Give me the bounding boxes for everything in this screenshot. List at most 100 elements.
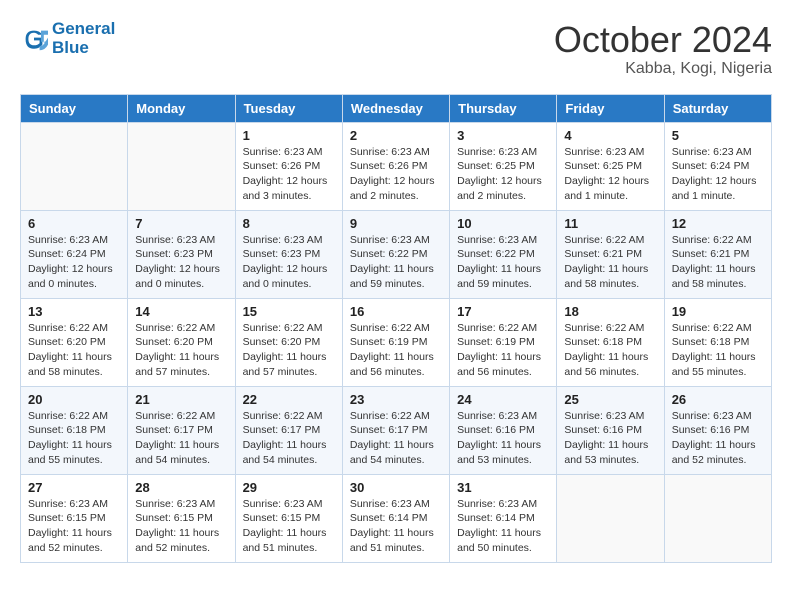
calendar-cell: 6Sunrise: 6:23 AM Sunset: 6:24 PM Daylig… bbox=[21, 210, 128, 298]
cell-content: Sunrise: 6:22 AM Sunset: 6:18 PM Dayligh… bbox=[672, 321, 764, 380]
day-number: 25 bbox=[564, 392, 656, 407]
cell-content: Sunrise: 6:22 AM Sunset: 6:17 PM Dayligh… bbox=[243, 409, 335, 468]
calendar-cell bbox=[664, 474, 771, 562]
cell-content: Sunrise: 6:23 AM Sunset: 6:16 PM Dayligh… bbox=[564, 409, 656, 468]
title-block: October 2024 Kabba, Kogi, Nigeria bbox=[554, 20, 772, 78]
day-number: 24 bbox=[457, 392, 549, 407]
cell-content: Sunrise: 6:23 AM Sunset: 6:25 PM Dayligh… bbox=[564, 145, 656, 204]
day-number: 4 bbox=[564, 128, 656, 143]
calendar-cell: 15Sunrise: 6:22 AM Sunset: 6:20 PM Dayli… bbox=[235, 298, 342, 386]
calendar-cell: 19 Sunrise: 6:22 AM Sunset: 6:18 PM Dayli… bbox=[664, 298, 771, 386]
day-number: 23 bbox=[350, 392, 442, 407]
logo: General Blue bbox=[20, 20, 115, 57]
day-number: 21 bbox=[135, 392, 227, 407]
day-number: 29 bbox=[243, 480, 335, 495]
day-number: 2 bbox=[350, 128, 442, 143]
calendar-cell: 23 Sunrise: 6:22 AM Sunset: 6:17 PM Dayli… bbox=[342, 386, 449, 474]
calendar-cell bbox=[557, 474, 664, 562]
cell-content: Sunrise: 6:22 AM Sunset: 6:21 PM Dayligh… bbox=[672, 233, 764, 292]
day-number: 19 bbox=[672, 304, 764, 319]
cell-content: Sunrise: 6:22 AM Sunset: 6:20 PM Dayligh… bbox=[243, 321, 335, 380]
calendar-cell: 4 Sunrise: 6:23 AM Sunset: 6:25 PM Daylig… bbox=[557, 122, 664, 210]
calendar-cell: 26 Sunrise: 6:23 AM Sunset: 6:16 PM Dayli… bbox=[664, 386, 771, 474]
day-number: 27 bbox=[28, 480, 120, 495]
header-day-saturday: Saturday bbox=[664, 94, 771, 122]
calendar-cell bbox=[128, 122, 235, 210]
header-day-sunday: Sunday bbox=[21, 94, 128, 122]
calendar-cell: 21 Sunrise: 6:22 AM Sunset: 6:17 PM Dayli… bbox=[128, 386, 235, 474]
cell-content: Sunrise: 6:23 AM Sunset: 6:26 PM Dayligh… bbox=[350, 145, 442, 204]
week-row-3: 13 Sunrise: 6:22 AM Sunset: 6:20 PM Dayli… bbox=[21, 298, 772, 386]
cell-content: Sunrise: 6:22 AM Sunset: 6:18 PM Dayligh… bbox=[564, 321, 656, 380]
day-number: 28 bbox=[135, 480, 227, 495]
logo-icon bbox=[20, 25, 48, 53]
calendar-cell: 31Sunrise: 6:23 AM Sunset: 6:14 PM Dayli… bbox=[450, 474, 557, 562]
cell-content: Sunrise: 6:23 AM Sunset: 6:25 PM Dayligh… bbox=[457, 145, 549, 204]
calendar-cell: 12Sunrise: 6:22 AM Sunset: 6:21 PM Dayli… bbox=[664, 210, 771, 298]
day-number: 20 bbox=[28, 392, 120, 407]
day-number: 17 bbox=[457, 304, 549, 319]
calendar-cell: 1Sunrise: 6:23 AM Sunset: 6:26 PM Daylig… bbox=[235, 122, 342, 210]
calendar-cell: 25 Sunrise: 6:23 AM Sunset: 6:16 PM Dayli… bbox=[557, 386, 664, 474]
logo-text: General Blue bbox=[52, 20, 115, 57]
cell-content: Sunrise: 6:23 AM Sunset: 6:14 PM Dayligh… bbox=[350, 497, 442, 556]
week-row-1: 1Sunrise: 6:23 AM Sunset: 6:26 PM Daylig… bbox=[21, 122, 772, 210]
cell-content: Sunrise: 6:23 AM Sunset: 6:15 PM Dayligh… bbox=[135, 497, 227, 556]
day-number: 5 bbox=[672, 128, 764, 143]
calendar-cell: 17 Sunrise: 6:22 AM Sunset: 6:19 PM Dayli… bbox=[450, 298, 557, 386]
calendar-cell: 16Sunrise: 6:22 AM Sunset: 6:19 PM Dayli… bbox=[342, 298, 449, 386]
cell-content: Sunrise: 6:22 AM Sunset: 6:20 PM Dayligh… bbox=[135, 321, 227, 380]
header-day-wednesday: Wednesday bbox=[342, 94, 449, 122]
cell-content: Sunrise: 6:23 AM Sunset: 6:16 PM Dayligh… bbox=[457, 409, 549, 468]
calendar-cell: 22 Sunrise: 6:22 AM Sunset: 6:17 PM Dayli… bbox=[235, 386, 342, 474]
calendar-cell: 13Sunrise: 6:22 AM Sunset: 6:20 PM Dayli… bbox=[21, 298, 128, 386]
cell-content: Sunrise: 6:23 AM Sunset: 6:23 PM Dayligh… bbox=[135, 233, 227, 292]
day-number: 8 bbox=[243, 216, 335, 231]
cell-content: Sunrise: 6:23 AM Sunset: 6:22 PM Dayligh… bbox=[457, 233, 549, 292]
cell-content: Sunrise: 6:22 AM Sunset: 6:21 PM Dayligh… bbox=[564, 233, 656, 292]
page-header: General Blue October 2024 Kabba, Kogi, N… bbox=[20, 20, 772, 78]
cell-content: Sunrise: 6:23 AM Sunset: 6:22 PM Dayligh… bbox=[350, 233, 442, 292]
week-row-2: 6Sunrise: 6:23 AM Sunset: 6:24 PM Daylig… bbox=[21, 210, 772, 298]
week-row-4: 20 Sunrise: 6:22 AM Sunset: 6:18 PM Dayli… bbox=[21, 386, 772, 474]
day-number: 7 bbox=[135, 216, 227, 231]
day-number: 13 bbox=[28, 304, 120, 319]
calendar-cell: 11 Sunrise: 6:22 AM Sunset: 6:21 PM Dayli… bbox=[557, 210, 664, 298]
cell-content: Sunrise: 6:22 AM Sunset: 6:18 PM Dayligh… bbox=[28, 409, 120, 468]
cell-content: Sunrise: 6:23 AM Sunset: 6:14 PM Dayligh… bbox=[457, 497, 549, 556]
calendar-cell: 14 Sunrise: 6:22 AM Sunset: 6:20 PM Dayli… bbox=[128, 298, 235, 386]
header-day-thursday: Thursday bbox=[450, 94, 557, 122]
cell-content: Sunrise: 6:22 AM Sunset: 6:17 PM Dayligh… bbox=[350, 409, 442, 468]
calendar-cell: 8Sunrise: 6:23 AM Sunset: 6:23 PM Daylig… bbox=[235, 210, 342, 298]
header-row: SundayMondayTuesdayWednesdayThursdayFrid… bbox=[21, 94, 772, 122]
cell-content: Sunrise: 6:22 AM Sunset: 6:17 PM Dayligh… bbox=[135, 409, 227, 468]
day-number: 18 bbox=[564, 304, 656, 319]
calendar-cell: 3Sunrise: 6:23 AM Sunset: 6:25 PM Daylig… bbox=[450, 122, 557, 210]
day-number: 26 bbox=[672, 392, 764, 407]
calendar-cell: 5 Sunrise: 6:23 AM Sunset: 6:24 PM Daylig… bbox=[664, 122, 771, 210]
calendar-cell: 2 Sunrise: 6:23 AM Sunset: 6:26 PM Daylig… bbox=[342, 122, 449, 210]
cell-content: Sunrise: 6:22 AM Sunset: 6:19 PM Dayligh… bbox=[457, 321, 549, 380]
header-day-tuesday: Tuesday bbox=[235, 94, 342, 122]
header-day-friday: Friday bbox=[557, 94, 664, 122]
calendar-cell: 18 Sunrise: 6:22 AM Sunset: 6:18 PM Dayli… bbox=[557, 298, 664, 386]
calendar-cell: 30Sunrise: 6:23 AM Sunset: 6:14 PM Dayli… bbox=[342, 474, 449, 562]
calendar-table: SundayMondayTuesdayWednesdayThursdayFrid… bbox=[20, 94, 772, 563]
calendar-header: SundayMondayTuesdayWednesdayThursdayFrid… bbox=[21, 94, 772, 122]
day-number: 14 bbox=[135, 304, 227, 319]
day-number: 9 bbox=[350, 216, 442, 231]
cell-content: Sunrise: 6:23 AM Sunset: 6:15 PM Dayligh… bbox=[243, 497, 335, 556]
header-day-monday: Monday bbox=[128, 94, 235, 122]
month-title: October 2024 bbox=[554, 20, 772, 60]
day-number: 22 bbox=[243, 392, 335, 407]
calendar-cell: 29 Sunrise: 6:23 AM Sunset: 6:15 PM Dayli… bbox=[235, 474, 342, 562]
calendar-cell: 20 Sunrise: 6:22 AM Sunset: 6:18 PM Dayli… bbox=[21, 386, 128, 474]
cell-content: Sunrise: 6:23 AM Sunset: 6:24 PM Dayligh… bbox=[672, 145, 764, 204]
day-number: 11 bbox=[564, 216, 656, 231]
day-number: 6 bbox=[28, 216, 120, 231]
cell-content: Sunrise: 6:23 AM Sunset: 6:26 PM Dayligh… bbox=[243, 145, 335, 204]
cell-content: Sunrise: 6:23 AM Sunset: 6:16 PM Dayligh… bbox=[672, 409, 764, 468]
calendar-cell: 24 Sunrise: 6:23 AM Sunset: 6:16 PM Dayli… bbox=[450, 386, 557, 474]
calendar-cell: 28 Sunrise: 6:23 AM Sunset: 6:15 PM Dayli… bbox=[128, 474, 235, 562]
calendar-cell: 10Sunrise: 6:23 AM Sunset: 6:22 PM Dayli… bbox=[450, 210, 557, 298]
